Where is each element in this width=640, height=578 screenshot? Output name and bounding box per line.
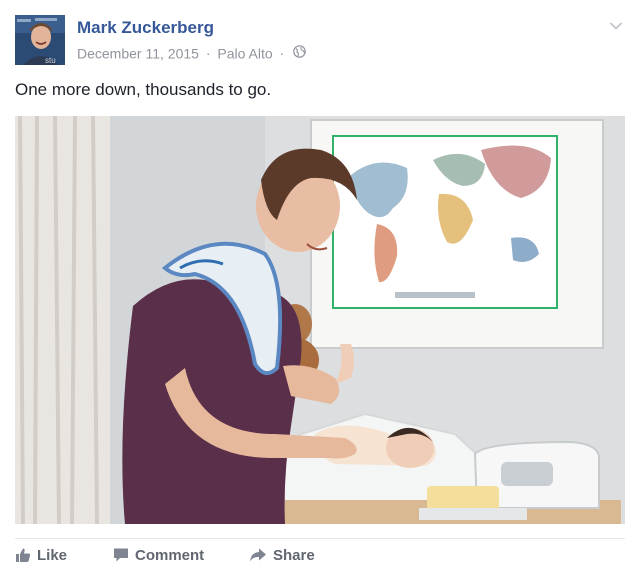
share-arrow-icon [250, 548, 266, 562]
post-location[interactable]: Palo Alto [217, 45, 272, 61]
avatar[interactable]: stu [15, 15, 65, 65]
share-label: Share [273, 547, 315, 564]
meta-separator: · [279, 45, 285, 62]
meta-separator: · [205, 45, 211, 62]
comment-label: Comment [135, 547, 205, 564]
avatar-image: stu [15, 15, 65, 65]
chevron-down-icon[interactable] [609, 18, 623, 36]
post-actions: Like Comment Share [15, 538, 625, 577]
author-name[interactable]: Mark Zuckerberg [77, 18, 214, 38]
thumbs-up-icon [16, 548, 31, 562]
photo-illustration [15, 116, 625, 524]
post-header: stu Mark Zuckerberg December 11, 2015 · … [15, 14, 625, 66]
like-button[interactable]: Like [15, 547, 67, 564]
comment-icon [114, 548, 128, 562]
comment-button[interactable]: Comment [113, 547, 204, 564]
share-button[interactable]: Share [249, 547, 315, 564]
post-meta: December 11, 2015 · Palo Alto · [77, 44, 306, 61]
post-photo[interactable] [15, 116, 625, 524]
post-text: One more down, thousands to go. [15, 80, 272, 99]
like-label: Like [37, 547, 68, 564]
post-date[interactable]: December 11, 2015 [77, 45, 199, 61]
avatar-overlay-text: stu [45, 56, 56, 65]
globe-icon[interactable] [293, 45, 306, 61]
